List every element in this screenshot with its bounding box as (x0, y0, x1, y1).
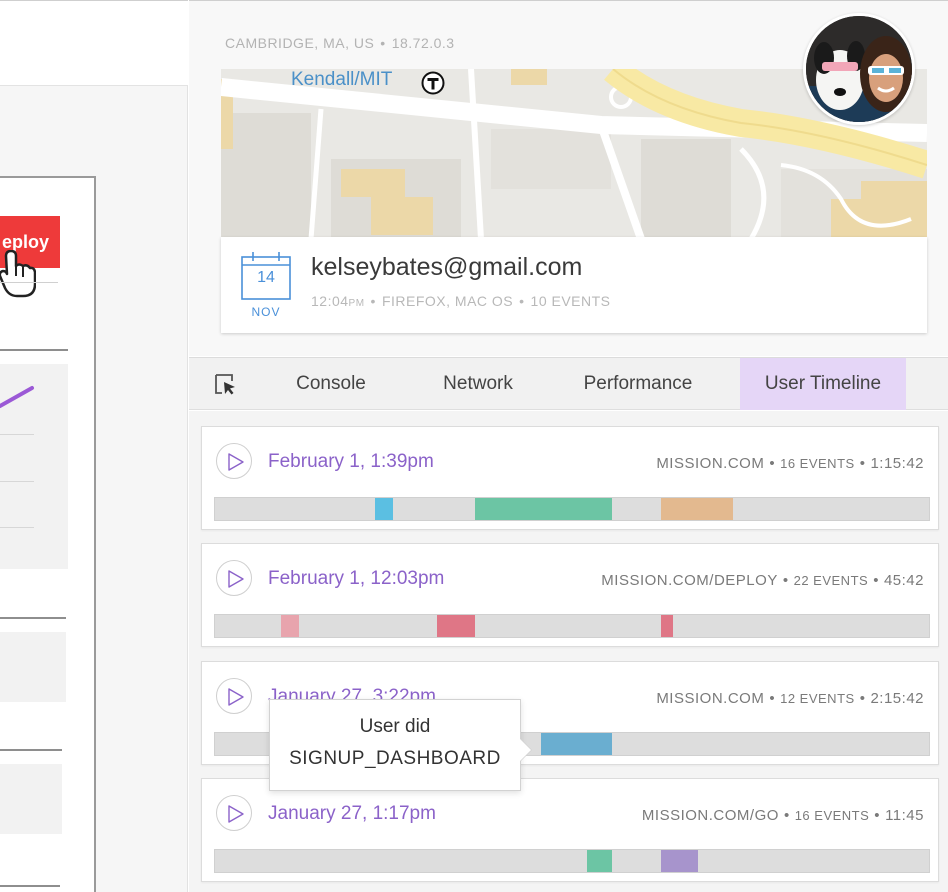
session-meta: MISSION.COM/DEPLOY • 22 EVENTS • 45:42 (601, 572, 924, 589)
browser-os: FIREFOX, MAC OS (381, 293, 514, 309)
event-timeline-track[interactable] (214, 849, 930, 873)
timeline-event-segment[interactable] (660, 850, 698, 872)
session-time: 12:04 (311, 293, 349, 309)
gridline (0, 434, 34, 435)
session-info-box: 14 NOV kelseybates@gmail.com 12:04PM • FIR… (221, 237, 927, 333)
tooltip-line-1: User did (359, 716, 431, 737)
session-row[interactable]: February 1, 1:39pm MISSION.COM • 16 EVENTS… (201, 426, 939, 530)
cursor-select-icon[interactable] (213, 372, 239, 398)
ip-address: 18.72.0.3 (391, 35, 455, 51)
event-timeline-track[interactable] (214, 614, 930, 638)
transit-t-icon (421, 71, 445, 95)
timeline-event-segment[interactable] (586, 850, 612, 872)
session-duration: 2:15:42 (870, 690, 924, 707)
play-icon[interactable] (216, 795, 252, 831)
event-count: 10 EVENTS (530, 293, 611, 309)
play-icon[interactable] (216, 560, 252, 596)
content-box (0, 632, 66, 702)
section-divider (0, 349, 68, 351)
tab-console[interactable]: Console (281, 358, 381, 410)
user-avatar[interactable] (803, 13, 915, 125)
timeline-event-segment[interactable] (541, 733, 612, 755)
session-meta: MISSION.COM • 16 EVENTS • 1:15:42 (656, 455, 924, 472)
session-date[interactable]: February 1, 12:03pm (268, 568, 444, 590)
session-duration: 1:15:42 (870, 455, 924, 472)
session-site: MISSION.COM/GO (641, 807, 779, 824)
timeline-event-segment[interactable] (374, 498, 393, 520)
play-icon[interactable] (216, 678, 252, 714)
tooltip-event-name: SIGNUP_DASHBOARD (289, 748, 501, 769)
timeline-event-segment[interactable] (280, 615, 300, 637)
session-row[interactable]: January 27, 1:17pm MISSION.COM/GO • 16 EVE… (201, 778, 939, 882)
user-email: kelseybates@gmail.com (311, 253, 583, 281)
session-duration: 11:45 (885, 807, 924, 824)
trend-line (0, 386, 34, 408)
event-timeline-track[interactable] (214, 497, 930, 521)
tab-user-timeline[interactable]: User Timeline (740, 358, 906, 410)
divider (0, 282, 58, 283)
session-site: MISSION.COM (656, 455, 765, 472)
session-meta: 12:04PM • FIREFOX, MAC OS • 10 EVENTS (311, 293, 611, 309)
session-list: February 1, 1:39pm MISSION.COM • 16 EVENTS… (189, 411, 948, 892)
calendar-month: NOV (251, 305, 281, 319)
content-box (0, 764, 62, 834)
timeline-event-segment[interactable] (660, 615, 673, 637)
tooltip-arrow (520, 739, 531, 761)
background-app-panel: eploy (0, 0, 188, 892)
user-profile-card: CAMBRIDGE, MA, US • 18.72.0.3 Kendall/MI… (189, 0, 948, 356)
location-line: CAMBRIDGE, MA, US • 18.72.0.3 (225, 35, 455, 51)
session-site: MISSION.COM/DEPLOY (601, 572, 778, 589)
session-meta: MISSION.COM/GO • 16 EVENTS • 11:45 (641, 807, 924, 824)
tab-performance[interactable]: Performance (566, 358, 710, 410)
play-icon[interactable] (216, 443, 252, 479)
session-date[interactable]: January 27, 1:17pm (268, 803, 436, 825)
map-station-label: Kendall/MIT (291, 69, 393, 90)
session-row[interactable]: February 1, 12:03pm MISSION.COM/DEPLOY • 2… (201, 543, 939, 647)
session-event-count: 16 EVENTS (780, 456, 855, 471)
timeline-event-segment[interactable] (437, 615, 475, 637)
section-divider (0, 749, 62, 751)
session-event-count: 12 EVENTS (780, 691, 855, 706)
event-tooltip: User did SIGNUP_DASHBOARD (269, 699, 521, 791)
session-duration: 45:42 (883, 572, 924, 589)
timeline-event-segment[interactable] (474, 498, 612, 520)
session-site: MISSION.COM (656, 690, 765, 707)
hand-pointer-icon (0, 250, 36, 298)
devtools-tab-bar: Console Network Performance User Timelin… (189, 357, 948, 410)
session-meta: MISSION.COM • 12 EVENTS • 2:15:42 (656, 690, 924, 707)
calendar-day: 14 (257, 269, 275, 286)
background-app-topbar (0, 0, 188, 86)
session-event-count: 16 EVENTS (794, 808, 870, 823)
section-divider (0, 617, 66, 619)
tab-network[interactable]: Network (426, 358, 530, 410)
location-text: CAMBRIDGE, MA, US (225, 35, 375, 51)
gridline (0, 481, 34, 482)
section-divider (0, 885, 60, 887)
session-time-suffix: PM (348, 298, 365, 309)
gridline (0, 527, 34, 528)
session-event-count: 22 EVENTS (793, 573, 869, 588)
session-date[interactable]: February 1, 1:39pm (268, 451, 434, 473)
timeline-event-segment[interactable] (660, 498, 733, 520)
